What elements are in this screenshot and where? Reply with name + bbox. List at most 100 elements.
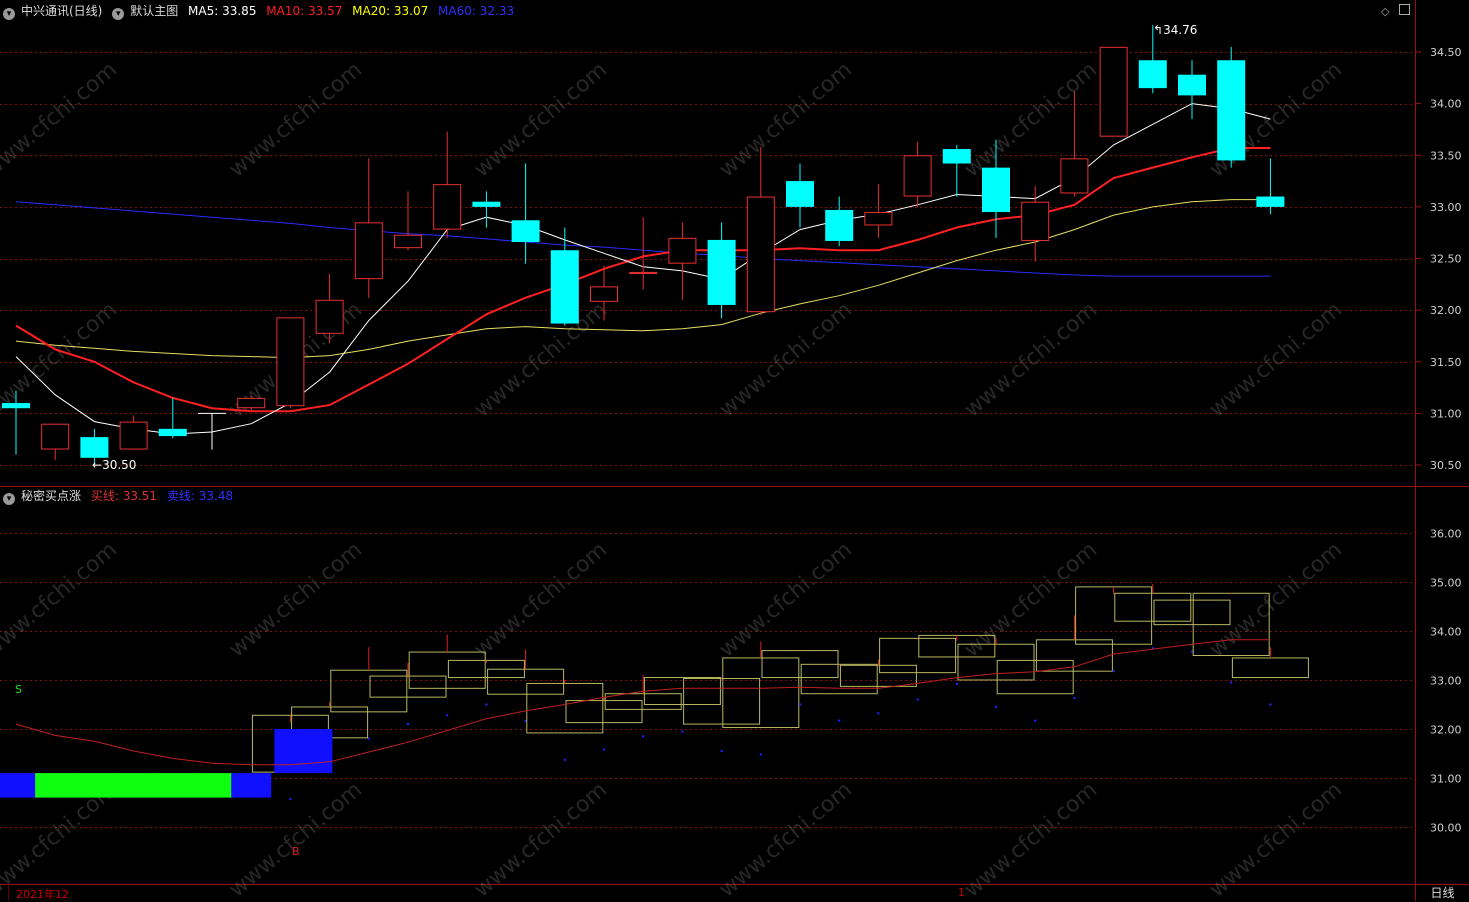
- candle-body-up: [1021, 201, 1050, 241]
- indicator-dot: [1073, 696, 1076, 700]
- indicator-dot: [877, 712, 880, 715]
- indicator-tick-label: 33.00: [1430, 675, 1462, 688]
- indicator-dot: [446, 714, 449, 717]
- candle-body-up: [1099, 46, 1128, 137]
- indicator-dot: [602, 748, 606, 751]
- indicator-tick-label: 32.00: [1430, 724, 1462, 737]
- indicator-dot: [994, 705, 998, 709]
- period-start-label: 2021年12: [16, 888, 69, 901]
- price-tick-label: 34.50: [1430, 46, 1462, 59]
- candle-body-up: [276, 317, 305, 407]
- indicator-dot: [955, 682, 958, 686]
- indicator-block: [231, 773, 272, 798]
- indicator-block: [74, 773, 115, 798]
- candle-body-down: [1256, 196, 1285, 207]
- candle-body-down: [707, 239, 736, 305]
- candle-body-up: [590, 286, 618, 302]
- indicator-block: [0, 773, 36, 798]
- price-tick-label: 34.00: [1430, 98, 1462, 111]
- candle-body-down: [786, 181, 814, 207]
- indicator-dot: [720, 749, 723, 753]
- candle-body-down: [472, 201, 501, 207]
- indicator-dot: [406, 722, 410, 726]
- indicator-block: [192, 773, 232, 798]
- indicator-dot: [838, 719, 841, 722]
- low-annotation: ←30.50: [92, 458, 137, 472]
- candle-body-up: [237, 397, 266, 409]
- buy-line-value: 买线: 33.51: [90, 489, 158, 503]
- indicator-dot: [367, 737, 370, 740]
- template-label[interactable]: 默认主图: [130, 4, 178, 18]
- indicator-title[interactable]: 秘密买点涨: [21, 489, 81, 503]
- indicator-dot: [563, 758, 566, 762]
- main-chart-header: ▾ 中兴通讯(日线) ▾ 默认主图 MA5: 33.85 MA10: 33.57 M…: [3, 4, 520, 20]
- indicator-block: [35, 773, 76, 798]
- candle-body-down: [1138, 60, 1167, 89]
- high-annotation: ↰34.76: [1153, 23, 1198, 37]
- candle-body-down: [511, 220, 540, 242]
- period-tab[interactable]: 日线: [1416, 885, 1469, 901]
- indicator-block: [113, 773, 154, 798]
- candle-body-up: [668, 237, 697, 264]
- candle-body-up: [1060, 158, 1089, 194]
- indicator-tick-label: 30.00: [1430, 822, 1462, 835]
- indicator-dot: [798, 703, 802, 706]
- candle-body-up: [629, 271, 658, 274]
- sell-line-value: 卖线: 33.48: [166, 489, 234, 503]
- candle-body-up: [433, 184, 462, 230]
- indicator-tick-label: 34.00: [1430, 626, 1462, 639]
- indicator-tick-label: 35.00: [1430, 577, 1462, 590]
- price-tick-label: 32.00: [1430, 304, 1462, 317]
- price-tick-label: 30.50: [1430, 459, 1462, 472]
- ma20-value: MA20: 33.07: [352, 4, 429, 18]
- price-tick-label: 33.00: [1430, 201, 1462, 214]
- indicator-dot: [1034, 719, 1037, 722]
- price-tick-label: 32.50: [1430, 253, 1462, 266]
- stock-title[interactable]: 中兴通讯(日线): [21, 4, 102, 18]
- diamond-icon[interactable]: ◇: [1381, 5, 1389, 18]
- indicator-dot: [642, 735, 645, 738]
- price-tick-label: 31.50: [1430, 356, 1462, 369]
- indicator-dot: [1230, 681, 1233, 684]
- scroll-handle[interactable]: [0, 885, 9, 901]
- ma5-value: MA5: 33.85: [188, 4, 257, 18]
- indicator-dot: [289, 797, 292, 801]
- candle-body-down: [825, 209, 854, 241]
- candle-body-up: [746, 196, 775, 313]
- indicator-dot: [916, 698, 919, 701]
- ma60-value: MA60: 32.33: [438, 4, 515, 18]
- indicator-tick-label: 31.00: [1430, 773, 1462, 786]
- indicator-dot: [681, 730, 684, 733]
- price-tick-label: 31.00: [1430, 407, 1462, 420]
- template-icon[interactable]: ▾: [112, 8, 125, 20]
- indicator-collapse-icon[interactable]: ▾: [3, 493, 15, 505]
- candle-body-down: [550, 250, 579, 324]
- candle-body-down: [2, 403, 30, 409]
- indicator-dot: [1269, 703, 1272, 706]
- candle-body-up: [394, 234, 422, 249]
- sell-signal-label: S: [15, 683, 22, 696]
- indicator-dot: [485, 703, 488, 706]
- window-toggle-icon[interactable]: [1399, 4, 1410, 15]
- price-tick-label: 33.50: [1430, 149, 1462, 162]
- indicator-block: [152, 773, 193, 798]
- candle-body-up: [119, 421, 148, 450]
- chart-canvas[interactable]: www.cfchi.com www.cfchi.com www.cfchi.com w…: [0, 0, 1469, 901]
- buy-signal-label: B: [292, 845, 300, 858]
- candle-body-down: [942, 149, 971, 164]
- indicator-dot: [1112, 669, 1115, 673]
- candle-body-down: [158, 428, 187, 437]
- candle-body-up: [903, 155, 932, 197]
- candle-body-up: [41, 423, 70, 450]
- candle-body-up: [354, 222, 383, 280]
- indicator-header: ▾ 秘密买点涨 买线: 33.51 卖线: 33.48: [3, 489, 239, 505]
- indicator-tick-label: 36.00: [1430, 528, 1462, 541]
- breakout-block: [274, 729, 333, 774]
- indicator-dot: [759, 753, 762, 756]
- ma10-value: MA10: 33.57: [266, 4, 343, 18]
- candle-body-down: [80, 437, 109, 458]
- candle-body-up: [864, 212, 893, 226]
- collapse-icon[interactable]: ▾: [3, 8, 15, 20]
- candle-body-down: [1217, 60, 1246, 161]
- month-mark-label: 1: [958, 886, 965, 899]
